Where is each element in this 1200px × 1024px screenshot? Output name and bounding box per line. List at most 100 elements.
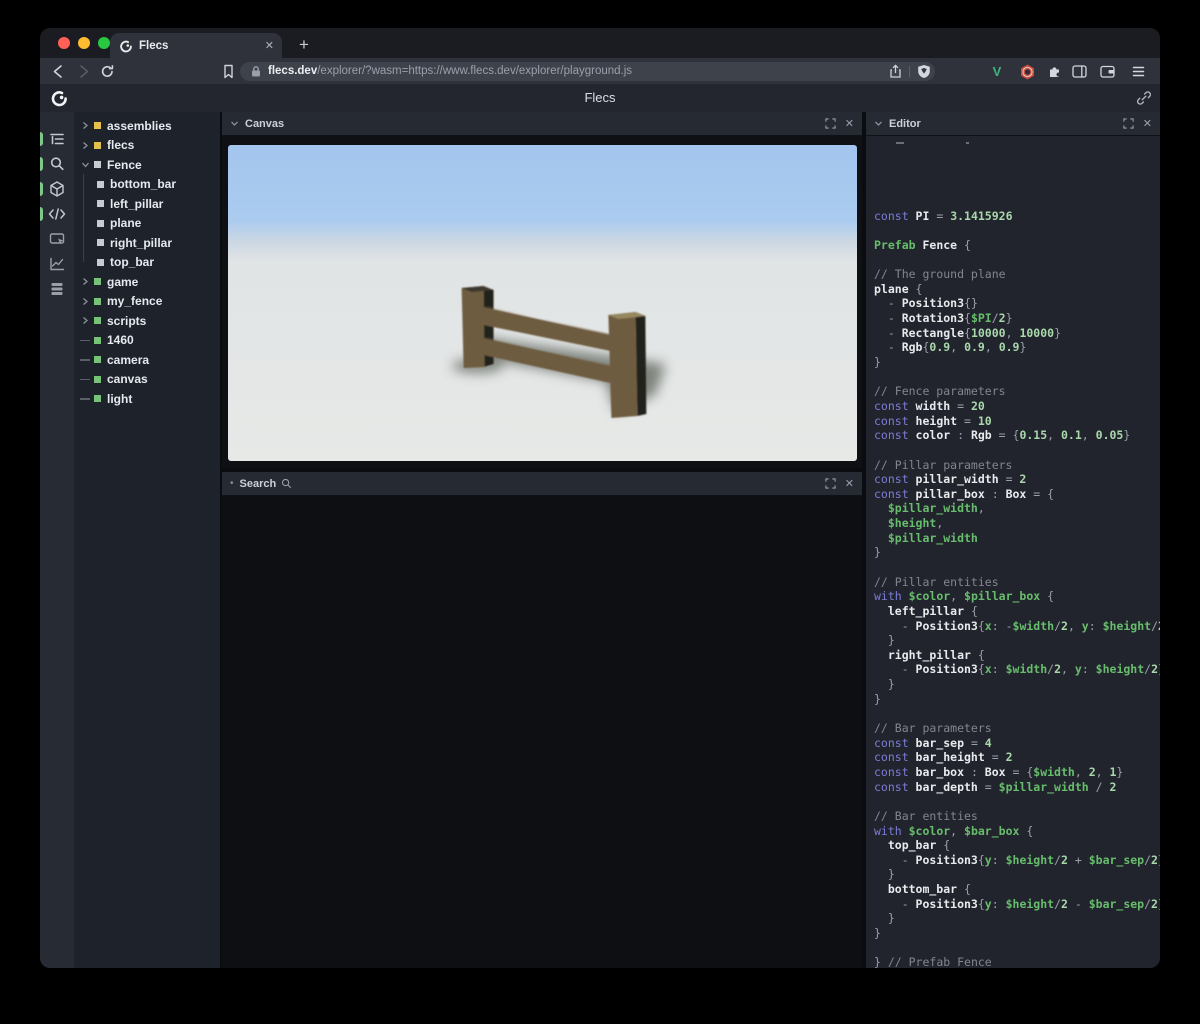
code-line <box>874 223 1152 238</box>
tree-item-label: assemblies <box>107 119 172 133</box>
entity-square <box>94 356 101 363</box>
code-line: const height = 10 <box>874 414 1152 429</box>
brave-shield-icon[interactable] <box>917 64 934 81</box>
sidebar-toggle-icon[interactable] <box>1071 63 1089 81</box>
tree-item-game[interactable]: game <box>74 272 220 292</box>
macos-close-button[interactable] <box>58 37 70 49</box>
forward-icon[interactable] <box>75 63 92 80</box>
tree-item-assemblies[interactable]: assemblies <box>74 116 220 136</box>
menu-icon[interactable] <box>1131 63 1149 81</box>
sidebar-item-chart[interactable] <box>40 251 74 276</box>
chevron-right-icon[interactable] <box>80 297 90 306</box>
search-panel-header[interactable]: • Search ✕ <box>222 472 862 496</box>
tree-item-canvas[interactable]: canvas <box>74 370 220 390</box>
entity-square <box>94 161 101 168</box>
entity-square <box>97 200 104 207</box>
entity-square <box>94 298 101 305</box>
macos-maximize-button[interactable] <box>98 37 110 49</box>
reload-icon[interactable] <box>99 63 116 80</box>
tree-item-plane[interactable]: plane <box>74 214 220 234</box>
code-line: - Rotation3{$PI/2} <box>874 311 1152 326</box>
tree-item-flecs[interactable]: flecs <box>74 136 220 156</box>
expand-icon[interactable] <box>1123 118 1134 129</box>
code-line: // Pillar entities <box>874 575 1152 590</box>
code-line: - Position3{x: -$width/2, y: $height/2} <box>874 619 1152 634</box>
tab-title: Flecs <box>139 40 265 52</box>
code-line: top_bar { <box>874 838 1152 853</box>
sidebar-item-code[interactable] <box>40 201 74 226</box>
vue-extension-icon[interactable]: V <box>988 63 1006 81</box>
panel-dot-icon[interactable]: • <box>230 478 234 489</box>
tree-item-camera[interactable]: camera <box>74 350 220 370</box>
entity-square <box>97 259 104 266</box>
chevron-down-icon[interactable] <box>230 119 239 128</box>
back-icon[interactable] <box>50 63 67 80</box>
inspector-icon <box>48 230 66 248</box>
tree-item-my_fence[interactable]: my_fence <box>74 292 220 312</box>
new-tab-button[interactable]: + <box>292 33 316 57</box>
sidebar-item-cube[interactable] <box>40 176 74 201</box>
expand-icon[interactable] <box>825 118 836 129</box>
hexagon-extension-icon[interactable] <box>1019 63 1037 81</box>
chevron-down-icon[interactable] <box>874 119 883 128</box>
tree-item-Fence[interactable]: Fence <box>74 155 220 175</box>
panel-title: Editor <box>889 118 921 130</box>
code-line: const PI = 3.1415926 <box>874 209 1152 224</box>
entity-square <box>94 337 101 344</box>
canvas-panel-header[interactable]: Canvas ✕ <box>222 112 862 136</box>
leaf-dash <box>80 379 90 381</box>
tree-item-scripts[interactable]: scripts <box>74 311 220 331</box>
tab-close-icon[interactable]: ✕ <box>265 39 274 52</box>
tree-item-top_bar[interactable]: top_bar <box>74 253 220 273</box>
close-icon[interactable]: ✕ <box>845 117 854 130</box>
entity-square <box>97 181 104 188</box>
tree-list: assemblies flecsFencebottom_barleft_pilla… <box>74 116 220 409</box>
entity-square <box>97 239 104 246</box>
code-line <box>874 443 1152 458</box>
sidebar-item-search[interactable] <box>40 151 74 176</box>
tree-item-right_pillar[interactable]: right_pillar <box>74 233 220 253</box>
chevron-right-icon[interactable] <box>80 121 90 130</box>
tree-item-light[interactable]: light <box>74 389 220 409</box>
flecs-logo-icon[interactable] <box>49 89 67 107</box>
chart-icon <box>48 255 66 273</box>
extensions-puzzle-icon[interactable] <box>1046 63 1064 81</box>
sidebar-item-tables[interactable] <box>40 276 74 301</box>
bookmark-icon[interactable] <box>220 63 237 80</box>
close-icon[interactable]: ✕ <box>845 477 854 490</box>
sidebar-item-tree[interactable] <box>40 126 74 151</box>
app-header: Flecs <box>40 84 1160 112</box>
code-line: const bar_height = 2 <box>874 750 1152 765</box>
chevron-right-icon[interactable] <box>80 316 90 325</box>
tree-item-1460[interactable]: 1460 <box>74 331 220 351</box>
close-icon[interactable]: ✕ <box>1143 117 1152 130</box>
chevron-right-icon[interactable] <box>80 277 90 286</box>
canvas-3d-view[interactable] <box>228 145 857 461</box>
tree-item-bottom_bar[interactable]: bottom_bar <box>74 175 220 195</box>
app-title: Flecs <box>40 84 1160 112</box>
share-icon[interactable] <box>888 64 905 81</box>
editor-panel-header[interactable]: Editor ✕ <box>866 112 1160 136</box>
chevron-down-icon[interactable] <box>80 161 90 169</box>
leaf-dash <box>80 398 90 400</box>
search-icon <box>48 155 66 173</box>
chevron-right-icon[interactable] <box>80 141 90 150</box>
code-line: bottom_bar { <box>874 882 1152 897</box>
code-line: with $color, $bar_box { <box>874 824 1152 839</box>
tree-item-label: top_bar <box>110 255 154 269</box>
link-icon[interactable] <box>1136 90 1152 106</box>
leaf-dash <box>80 340 90 342</box>
url-bar[interactable]: flecs.dev/explorer/?wasm=https://www.fle… <box>240 62 935 81</box>
search-results-area[interactable] <box>222 496 862 968</box>
macos-minimize-button[interactable] <box>78 37 90 49</box>
panel-title: Canvas <box>245 118 284 130</box>
sidebar-item-inspector[interactable] <box>40 226 74 251</box>
expand-icon[interactable] <box>825 478 836 489</box>
wallet-icon[interactable] <box>1099 63 1117 81</box>
code-line: left_pillar { <box>874 604 1152 619</box>
code-editor[interactable]: const PI = 3.1415926Prefab Fence {// The… <box>866 136 1160 968</box>
page-content: assembliesflecsFencebottom_barleft_pilla… <box>40 112 1160 968</box>
tree-item-left_pillar[interactable]: left_pillar <box>74 194 220 214</box>
browser-tab[interactable]: Flecs ✕ <box>110 33 282 58</box>
code-line: - Position3{x: $width/2, y: $height/2} <box>874 662 1152 677</box>
